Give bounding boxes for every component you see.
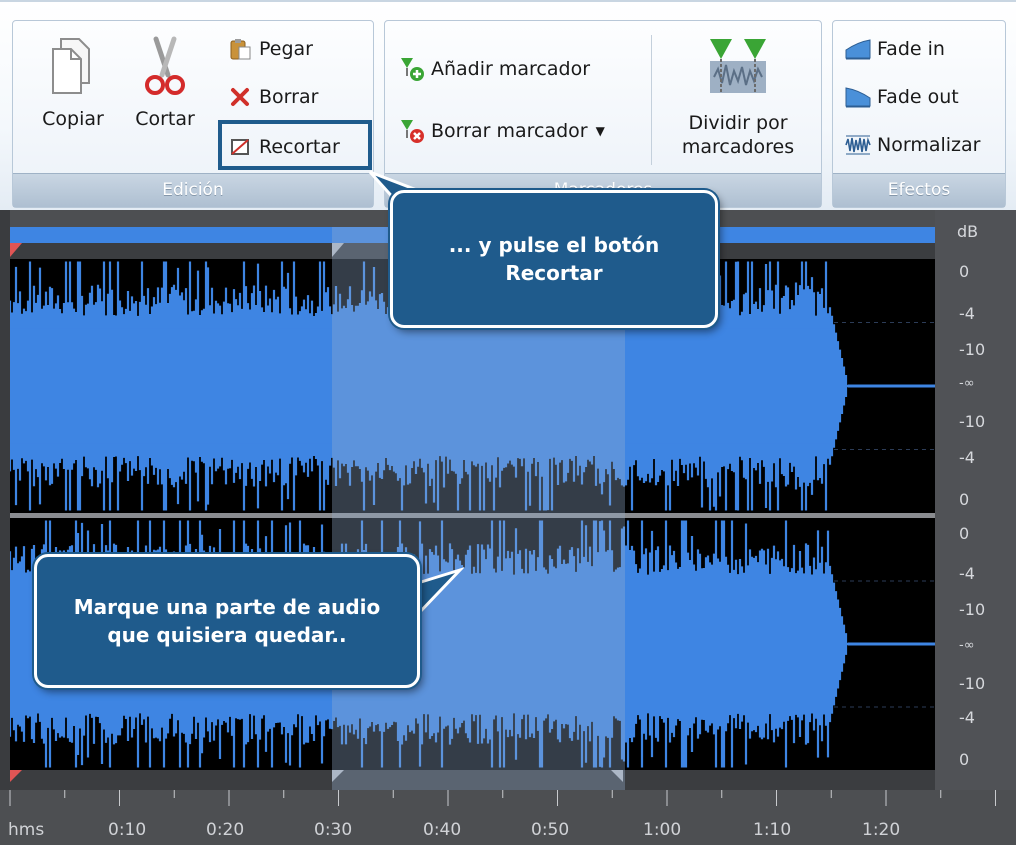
tooltip-press-trim-line1: ... y pulse el botón (448, 233, 660, 257)
tooltip-select-audio-line2: que quisiera quedar.. (107, 623, 347, 647)
start-marker-icon[interactable] (10, 243, 22, 257)
ruler-ticks (9, 790, 996, 806)
db-label: -∞ (959, 638, 975, 653)
db-label: 0 (959, 262, 970, 281)
chevron-down-icon[interactable]: ▼ (596, 124, 605, 138)
normalize-label: Normalizar (877, 134, 981, 156)
db-label: 0 (959, 490, 970, 509)
normalize-icon (845, 132, 871, 158)
tooltip-press-trim-line2: Recortar (505, 261, 603, 285)
delete-label: Borrar (259, 86, 319, 108)
db-label: -10 (959, 674, 986, 693)
db-label: -∞ (959, 376, 975, 391)
time-label: 0:40 (423, 820, 462, 840)
db-label: -10 (959, 600, 986, 619)
group-efectos: Fade in Fade out Normalizar Efectos (832, 20, 1006, 208)
fade-in-button[interactable]: Fade in (845, 35, 945, 63)
time-label: 0:20 (206, 820, 245, 840)
tooltip-press-trim: ... y pulse el botón Recortar (390, 190, 718, 328)
delete-marker-label: Borrar marcador (431, 120, 588, 142)
db-label: -10 (959, 412, 986, 431)
paste-label: Pegar (259, 38, 313, 60)
split-markers-icon (665, 35, 811, 111)
start-marker-bottom-icon[interactable] (10, 770, 22, 782)
selection-marker-strip-bottom[interactable] (10, 770, 935, 790)
tooltip-select-audio-line1: Marque una parte de audio (73, 595, 381, 619)
time-label: 0:10 (108, 820, 147, 840)
split-label-line2: marcadores (681, 136, 795, 158)
cut-button[interactable]: Cortar (125, 35, 205, 131)
paste-button[interactable]: Pegar (227, 35, 313, 63)
db-label: 0 (959, 524, 970, 543)
add-marker-label: Añadir marcador (431, 58, 591, 80)
ribbon-toolbar: Copiar Cortar Pegar Borrar Recortar Edic… (0, 0, 1016, 210)
db-scale: dB 0 -4 -10 -∞ -10 -4 0 0 -4 -10 -∞ -10 … (935, 210, 1016, 790)
db-label: -4 (959, 564, 975, 583)
time-label: 0:30 (314, 820, 353, 840)
normalize-button[interactable]: Normalizar (845, 131, 980, 159)
fade-in-icon (845, 36, 871, 62)
left-edge (0, 210, 10, 845)
selection-start-marker-icon[interactable] (332, 243, 344, 257)
copy-label: Copiar (42, 108, 104, 130)
group-marcadores: Añadir marcador Borrar marcador ▼ Dividi… (384, 20, 822, 208)
group-edicion: Copiar Cortar Pegar Borrar Recortar Edic… (12, 20, 374, 208)
group-label-efectos: Efectos (833, 173, 1005, 207)
copy-button[interactable]: Copiar (35, 35, 111, 131)
time-label: 1:10 (753, 820, 792, 840)
time-label: 0:50 (531, 820, 570, 840)
split-label-line1: Dividir por (688, 112, 788, 134)
db-label: -4 (959, 304, 975, 323)
db-label: 0 (959, 750, 970, 769)
delete-x-icon (227, 84, 253, 110)
fade-out-icon (845, 84, 871, 110)
selection-end-bottom-icon[interactable] (611, 770, 623, 782)
tooltip-select-audio: Marque una parte de audio que quisiera q… (34, 554, 420, 688)
time-label: 1:20 (862, 820, 901, 840)
copy-icon (35, 35, 111, 107)
db-unit-label: dB (957, 222, 979, 241)
fade-out-label: Fade out (877, 86, 959, 108)
trim-button-highlight (218, 120, 372, 170)
cut-label: Cortar (135, 108, 195, 130)
add-marker-button[interactable]: Añadir marcador (399, 55, 590, 83)
group-label-edicion: Edición (13, 173, 373, 207)
time-label: hms (8, 820, 45, 840)
clipboard-icon (227, 36, 253, 62)
time-label: 1:00 (643, 820, 682, 840)
scissors-icon (125, 35, 205, 107)
db-label: -4 (959, 448, 975, 467)
split-by-markers-button[interactable]: Dividir por marcadores (665, 35, 811, 159)
db-label: -4 (959, 708, 975, 727)
fade-in-label: Fade in (877, 38, 945, 60)
group-divider (651, 35, 652, 165)
db-label: -10 (959, 340, 986, 359)
selection-start-bottom-icon[interactable] (332, 770, 344, 782)
fade-out-button[interactable]: Fade out (845, 83, 959, 111)
add-marker-icon (399, 56, 425, 82)
time-ruler[interactable]: hms 0:10 0:20 0:30 0:40 0:50 1:00 1:10 1… (0, 790, 1016, 845)
delete-marker-button[interactable]: Borrar marcador ▼ (399, 117, 605, 145)
delete-marker-icon (399, 118, 425, 144)
delete-button[interactable]: Borrar (227, 83, 318, 111)
